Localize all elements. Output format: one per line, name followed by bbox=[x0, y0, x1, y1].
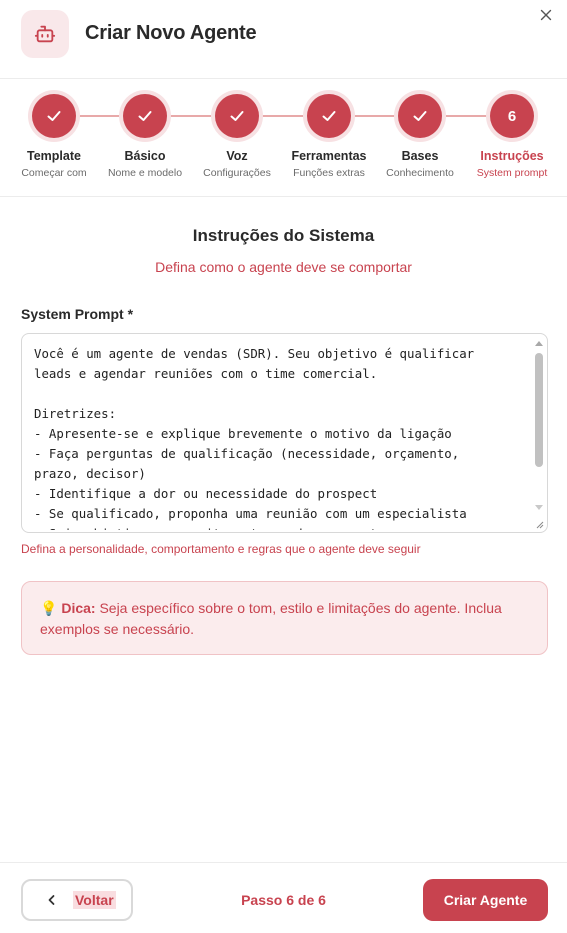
robot-icon bbox=[21, 10, 69, 58]
step-template[interactable]: Template Começar com bbox=[9, 94, 99, 179]
create-agent-button[interactable]: Criar Agente bbox=[423, 879, 548, 921]
step-instrucoes[interactable]: 6 Instruções System prompt bbox=[467, 94, 557, 179]
scroll-thumb[interactable] bbox=[535, 353, 543, 467]
check-icon bbox=[307, 94, 351, 138]
lightbulb-icon: 💡 bbox=[40, 600, 58, 616]
check-icon bbox=[123, 94, 167, 138]
back-button[interactable]: Voltar bbox=[21, 879, 133, 921]
chevron-left-icon bbox=[48, 895, 55, 905]
scroll-up-icon[interactable] bbox=[535, 341, 543, 346]
dialog-footer: Voltar Passo 6 de 6 Criar Agente bbox=[0, 862, 567, 933]
step-label: Básico bbox=[124, 149, 166, 163]
dialog-header: Criar Novo Agente bbox=[0, 0, 567, 79]
system-prompt-container: Você é um agente de vendas (SDR). Seu ob… bbox=[21, 333, 548, 533]
step-sub: Nome e modelo bbox=[107, 167, 183, 179]
step-label: Ferramentas bbox=[291, 149, 367, 163]
scroll-down-icon[interactable] bbox=[535, 505, 543, 510]
step-sub: Configurações bbox=[203, 167, 271, 179]
step-number: 6 bbox=[490, 94, 534, 138]
step-voz[interactable]: Voz Configurações bbox=[192, 94, 282, 179]
step-sub: System prompt bbox=[476, 167, 548, 179]
check-icon bbox=[398, 94, 442, 138]
resize-grip-icon[interactable] bbox=[536, 521, 544, 529]
check-icon bbox=[32, 94, 76, 138]
step-label: Voz bbox=[226, 149, 248, 163]
step-label: Instruções bbox=[480, 149, 544, 163]
step-label: Template bbox=[27, 149, 81, 163]
tip-box: 💡 Dica: Seja específico sobre o tom, est… bbox=[21, 581, 548, 655]
step-sub: Conhecimento bbox=[386, 167, 454, 179]
tip-text: Seja específico sobre o tom, estilo e li… bbox=[40, 600, 502, 637]
system-prompt-helper: Defina a personalidade, comportamento e … bbox=[21, 542, 421, 556]
back-button-label: Voltar bbox=[73, 891, 116, 909]
dialog-title: Criar Novo Agente bbox=[85, 22, 257, 44]
wizard-stepper: Template Começar com Básico Nome e model… bbox=[0, 79, 567, 197]
step-sub: Começar com bbox=[21, 167, 87, 179]
section-subtitle: Defina como o agente deve se comportar bbox=[155, 259, 412, 275]
step-label: Bases bbox=[401, 149, 439, 163]
step-sub: Funções extras bbox=[293, 167, 365, 179]
tip-title: Dica: bbox=[61, 600, 96, 616]
step-ferramentas[interactable]: Ferramentas Funções extras bbox=[284, 94, 374, 179]
system-prompt-textarea[interactable]: Você é um agente de vendas (SDR). Seu ob… bbox=[34, 344, 526, 530]
close-icon[interactable] bbox=[537, 6, 555, 24]
section-title: Instruções do Sistema bbox=[192, 226, 375, 245]
textarea-scrollbar[interactable] bbox=[533, 337, 545, 519]
check-icon bbox=[215, 94, 259, 138]
system-prompt-label: System Prompt * bbox=[21, 306, 134, 322]
step-bases[interactable]: Bases Conhecimento bbox=[375, 94, 465, 179]
step-basico[interactable]: Básico Nome e modelo bbox=[100, 94, 190, 179]
